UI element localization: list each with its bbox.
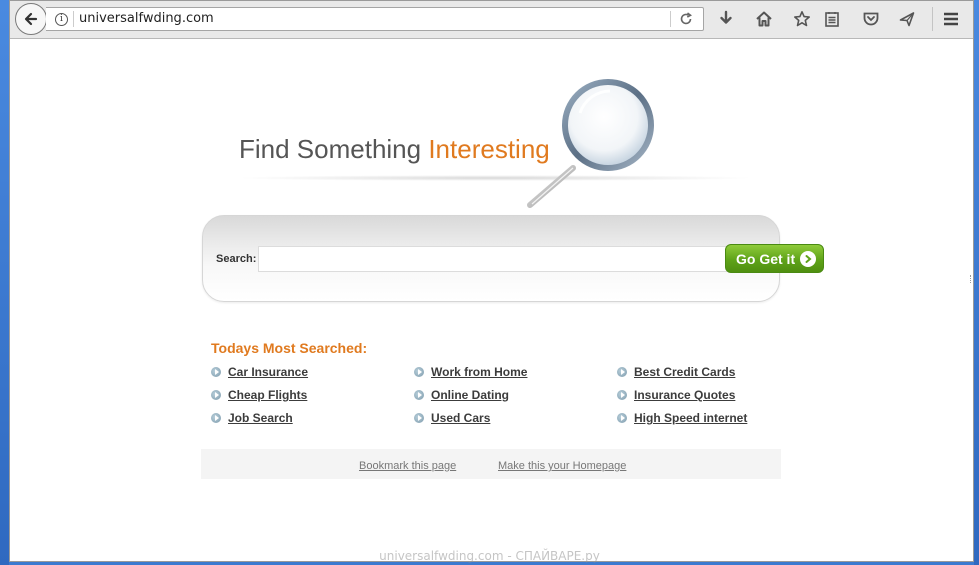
link-label[interactable]: Online Dating bbox=[431, 388, 509, 402]
link-label[interactable]: Work from Home bbox=[431, 365, 527, 379]
footer-bar bbox=[201, 449, 781, 479]
page-content: Find Something Interesting Search: Go Ge… bbox=[10, 39, 973, 561]
bullet-arrow-icon bbox=[617, 413, 627, 423]
reading-list-icon[interactable] bbox=[823, 10, 841, 28]
info-icon[interactable]: i bbox=[55, 13, 68, 26]
send-icon[interactable] bbox=[898, 10, 916, 28]
link-insurance-quotes[interactable]: Insurance Quotes bbox=[617, 388, 735, 402]
url-text[interactable]: universalfwding.com bbox=[79, 11, 214, 26]
back-button[interactable] bbox=[15, 3, 47, 35]
go-arrow-icon bbox=[800, 251, 816, 267]
link-label[interactable]: High Speed internet bbox=[634, 411, 747, 425]
desktop-edge-left bbox=[0, 0, 9, 565]
download-icon[interactable] bbox=[717, 10, 735, 28]
link-label[interactable]: Best Credit Cards bbox=[634, 365, 735, 379]
bullet-arrow-icon bbox=[211, 367, 221, 377]
magnifier-graphic bbox=[527, 79, 654, 208]
link-label[interactable]: Insurance Quotes bbox=[634, 388, 735, 402]
bullet-arrow-icon bbox=[414, 367, 424, 377]
bullet-arrow-icon bbox=[617, 367, 627, 377]
link-job-search[interactable]: Job Search bbox=[211, 411, 293, 425]
pocket-icon[interactable] bbox=[862, 10, 880, 28]
link-high-speed-internet[interactable]: High Speed internet bbox=[617, 411, 747, 425]
link-label[interactable]: Job Search bbox=[228, 411, 293, 425]
bullet-arrow-icon bbox=[414, 413, 424, 423]
hero-title-plain: Find Something bbox=[239, 134, 429, 164]
link-work-from-home[interactable]: Work from Home bbox=[414, 365, 527, 379]
go-get-it-label: Go Get it bbox=[736, 250, 796, 267]
hamburger-menu-icon[interactable] bbox=[942, 10, 960, 28]
homepage-link[interactable]: Make this your Homepage bbox=[498, 460, 626, 472]
link-used-cars[interactable]: Used Cars bbox=[414, 411, 490, 425]
bullet-arrow-icon bbox=[211, 413, 221, 423]
search-label: Search: bbox=[216, 253, 257, 265]
reload-separator bbox=[670, 11, 671, 27]
browser-window: i universalfwding.com Find Something Int… bbox=[9, 0, 974, 562]
menu-separator bbox=[932, 7, 933, 31]
watermark: universalfwding.com - СПАЙВАРЕ.ру bbox=[379, 549, 600, 563]
bullet-arrow-icon bbox=[617, 390, 627, 400]
link-label[interactable]: Used Cars bbox=[431, 411, 490, 425]
url-bar[interactable]: i universalfwding.com bbox=[46, 7, 704, 31]
bookmark-link[interactable]: Bookmark this page bbox=[359, 460, 456, 472]
desktop-edge-right bbox=[974, 0, 979, 565]
bullet-arrow-icon bbox=[414, 390, 424, 400]
most-searched-title: Todays Most Searched: bbox=[211, 340, 368, 356]
home-icon[interactable] bbox=[755, 10, 773, 28]
browser-toolbar: i universalfwding.com bbox=[10, 1, 973, 39]
search-input[interactable] bbox=[258, 246, 728, 272]
go-get-it-button[interactable]: Go Get it bbox=[725, 244, 824, 273]
back-arrow-icon bbox=[24, 12, 38, 26]
hero-underline bbox=[235, 175, 755, 181]
link-car-insurance[interactable]: Car Insurance bbox=[211, 365, 308, 379]
scrollbar-grip[interactable] bbox=[970, 275, 973, 283]
link-label[interactable]: Cheap Flights bbox=[228, 388, 307, 402]
link-cheap-flights[interactable]: Cheap Flights bbox=[211, 388, 307, 402]
hero-title: Find Something Interesting bbox=[239, 134, 550, 165]
link-online-dating[interactable]: Online Dating bbox=[414, 388, 509, 402]
reload-icon[interactable] bbox=[678, 11, 694, 27]
link-label[interactable]: Car Insurance bbox=[228, 365, 308, 379]
link-best-credit-cards[interactable]: Best Credit Cards bbox=[617, 365, 735, 379]
star-icon[interactable] bbox=[793, 10, 811, 28]
url-separator bbox=[73, 11, 74, 27]
bullet-arrow-icon bbox=[211, 390, 221, 400]
